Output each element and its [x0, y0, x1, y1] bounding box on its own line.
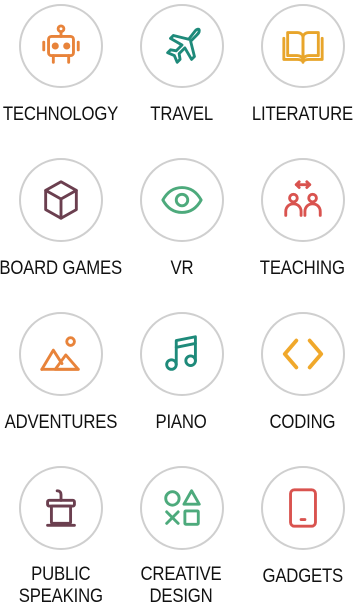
interest-icon-circle: [139, 158, 224, 242]
interest-label: TRAVEL: [150, 104, 213, 125]
podium-icon: [45, 489, 76, 527]
interest-vr[interactable]: VR: [121, 158, 242, 280]
interest-label: BOARD GAMES: [0, 258, 122, 279]
interest-label-line1: CREATIVE: [141, 564, 222, 585]
people-exchange-icon: [283, 180, 322, 217]
shapes-icon: [163, 489, 201, 526]
interest-label: LITERATURE: [251, 104, 354, 125]
interest-icon-circle: [139, 312, 224, 396]
interest-icon-circle: [139, 466, 224, 550]
interest-label: TECHNOLOGY: [2, 104, 119, 125]
interest-icon-circle: [18, 466, 103, 550]
interest-technology[interactable]: TECHNOLOGY: [0, 4, 121, 126]
interest-label-line2: DESIGN: [149, 586, 214, 607]
open-book-icon: [281, 31, 324, 64]
code-brackets-icon: [282, 338, 323, 370]
airplane-icon: [165, 27, 201, 64]
music-note-icon: [164, 335, 197, 371]
interest-board-games[interactable]: BOARD GAMES: [0, 158, 122, 280]
interest-teaching[interactable]: TEACHING: [242, 158, 363, 280]
interest-icon-circle: [18, 312, 103, 396]
interest-label: PUBLIC SPEAKING: [18, 564, 102, 608]
interest-label: GADGETS: [262, 566, 343, 587]
mountains-sun-icon: [39, 336, 80, 371]
interest-label: VR: [170, 258, 193, 279]
interest-gadgets[interactable]: GADGETS: [242, 466, 363, 588]
interest-label-line1: PUBLIC: [30, 564, 91, 585]
interest-icon-circle: [18, 158, 103, 242]
interest-travel[interactable]: TRAVEL: [121, 4, 242, 126]
interest-icon-circle: [260, 312, 345, 396]
interest-icon-circle: [260, 158, 345, 242]
interest-adventures[interactable]: ADVENTURES: [0, 312, 121, 434]
eye-icon: [160, 186, 203, 214]
interest-coding[interactable]: CODING: [242, 312, 363, 434]
interest-icon-circle: [18, 4, 103, 88]
interest-label-line2: SPEAKING: [18, 586, 103, 607]
interests-grid: TECHNOLOGY TRAVEL LITERATURE BOARD GAMES…: [0, 0, 363, 614]
interest-public-speaking[interactable]: PUBLIC SPEAKING: [0, 466, 121, 608]
tablet-icon: [288, 488, 317, 528]
interest-label: PIANO: [155, 412, 208, 433]
interest-label: CREATIVE DESIGN: [141, 564, 222, 608]
interest-icon-circle: [260, 466, 345, 550]
cube-icon: [43, 180, 78, 220]
interest-creative-design[interactable]: CREATIVE DESIGN: [121, 466, 242, 608]
interest-label: ADVENTURES: [4, 412, 117, 433]
interest-icon-circle: [260, 4, 345, 88]
robot-icon: [41, 24, 80, 64]
interest-piano[interactable]: PIANO: [121, 312, 242, 434]
interest-label: TEACHING: [259, 258, 345, 279]
interest-literature[interactable]: LITERATURE: [242, 4, 363, 126]
interest-label: CODING: [269, 412, 336, 433]
interest-icon-circle: [139, 4, 224, 88]
